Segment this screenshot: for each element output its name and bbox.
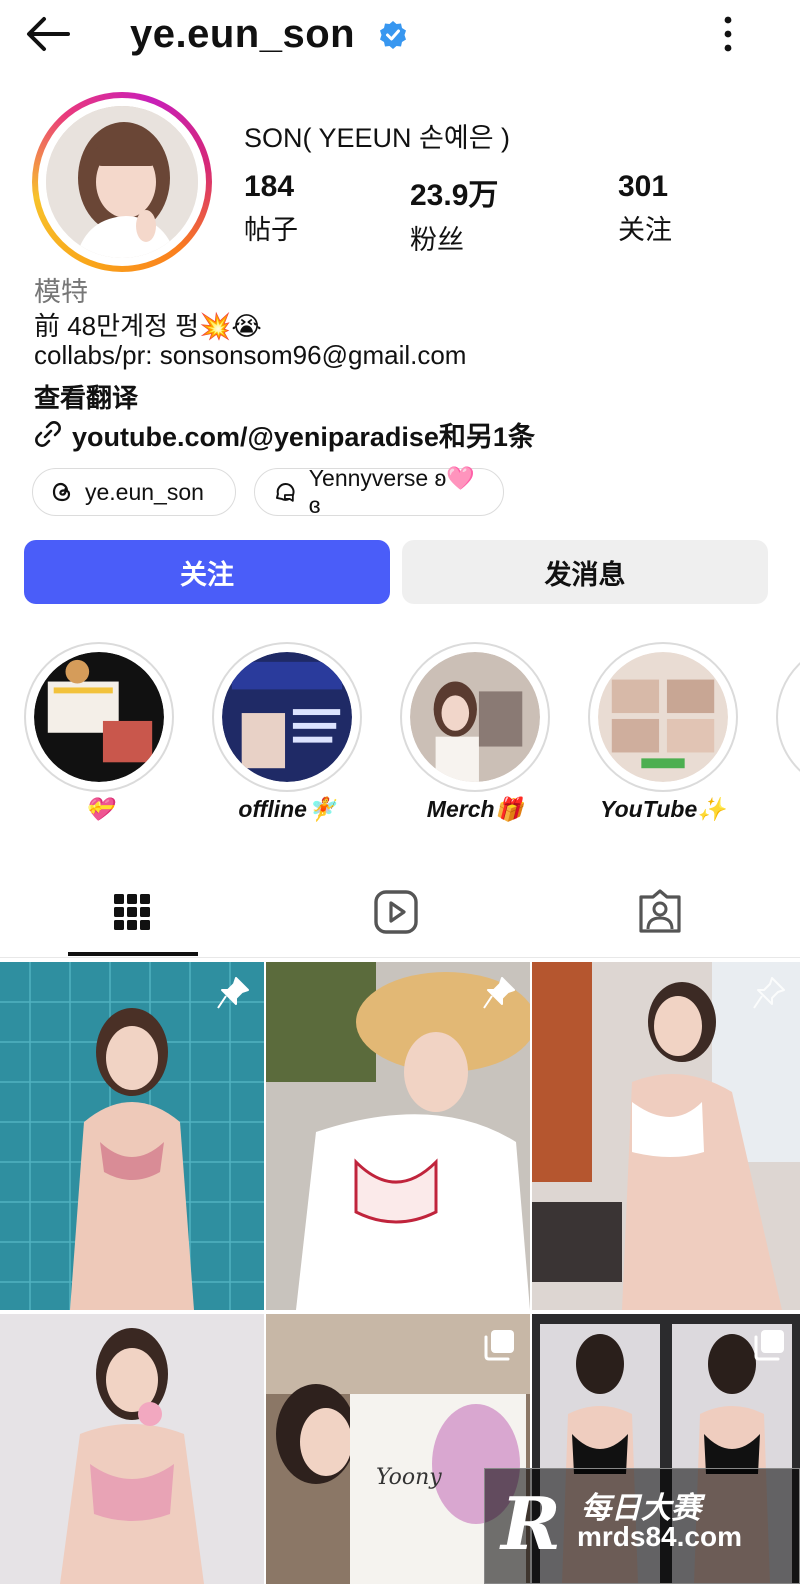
top-bar: ye.eun_son bbox=[0, 0, 800, 76]
watermark-url: mrds84.com bbox=[577, 1521, 742, 1552]
highlight-cover bbox=[34, 652, 164, 782]
highlight-cover bbox=[410, 652, 540, 782]
stat-followers-count: 23.9万 bbox=[410, 179, 499, 212]
active-tab-indicator bbox=[68, 952, 198, 956]
stat-following[interactable]: 301 关注 bbox=[618, 170, 672, 247]
highlight-item-partial[interactable] bbox=[776, 642, 800, 792]
tab-tagged[interactable] bbox=[630, 882, 690, 942]
highlight-item[interactable]: offline🧚 bbox=[212, 642, 362, 822]
pin-icon bbox=[217, 977, 249, 1009]
stat-following-count: 301 bbox=[618, 170, 669, 203]
bio-line: 前 48만계정 펑💥😭 bbox=[34, 311, 262, 341]
highlight-label: offline🧚 bbox=[238, 796, 336, 822]
avatar[interactable] bbox=[46, 106, 198, 258]
link-icon bbox=[35, 421, 61, 447]
arrow-left-icon[interactable] bbox=[24, 14, 74, 54]
svg-text:Yoony: Yoony bbox=[376, 1465, 442, 1490]
post-thumbnail[interactable] bbox=[532, 962, 800, 1310]
message-button[interactable]: 发消息 bbox=[402, 540, 768, 604]
highlight-label: Merch🎁 bbox=[426, 796, 524, 822]
stat-posts-label: 帖子 bbox=[244, 215, 298, 245]
reels-icon bbox=[374, 890, 418, 934]
more-vertical-icon[interactable] bbox=[716, 14, 740, 58]
highlight-item[interactable]: Merch🎁 bbox=[400, 642, 550, 822]
profile-link[interactable]: youtube.com/@yeniparadise和另1条 bbox=[32, 418, 535, 452]
display-name: SON( YEEUN 손예은 ) bbox=[244, 123, 511, 153]
profile-link-text[interactable]: youtube.com/@yeniparadise和另1条 bbox=[72, 415, 535, 454]
highlight-label: 💝 bbox=[84, 796, 114, 822]
bio-contact: collabs/pr: sonsonsom96@gmail.com bbox=[34, 340, 467, 370]
tab-reels[interactable] bbox=[366, 882, 426, 942]
highlight-cover bbox=[598, 652, 728, 782]
profile-tabs bbox=[0, 872, 800, 958]
highlight-cover bbox=[222, 652, 352, 782]
tab-posts[interactable] bbox=[102, 882, 162, 942]
highlight-label: YouTube✨ bbox=[600, 796, 726, 822]
tagged-icon bbox=[639, 889, 681, 933]
post-thumbnail[interactable] bbox=[266, 962, 530, 1310]
highlight-item[interactable]: 💝 bbox=[24, 642, 174, 822]
channel-chip[interactable]: Yennyverse ʚ🩷ɞ bbox=[254, 465, 504, 518]
profile-category: 模特 bbox=[34, 277, 88, 307]
stat-posts[interactable]: 184 帖子 bbox=[244, 170, 298, 247]
multi-post-icon bbox=[484, 1330, 514, 1361]
see-translation-link[interactable]: 查看翻译 bbox=[34, 378, 138, 415]
stat-posts-count: 184 bbox=[244, 170, 295, 203]
multi-post-icon bbox=[754, 1330, 784, 1361]
threads-chip[interactable]: ye.eun_son bbox=[32, 468, 236, 516]
post-thumbnail[interactable] bbox=[0, 1314, 264, 1584]
threads-icon bbox=[52, 482, 71, 502]
threads-chip-label: ye.eun_son bbox=[85, 478, 204, 505]
grid-icon bbox=[114, 894, 150, 930]
highlight-item[interactable]: YouTube✨ bbox=[588, 642, 738, 822]
page-title-username: ye.eun_son bbox=[130, 12, 356, 56]
watermark: R 每日大赛 mrds84.com bbox=[484, 1468, 800, 1584]
stat-followers[interactable]: 23.9万 粉丝 bbox=[410, 170, 498, 257]
stat-following-label: 关注 bbox=[618, 215, 672, 245]
channel-chip-label: Yennyverse ʚ🩷ɞ bbox=[308, 465, 475, 518]
post-thumbnail[interactable] bbox=[0, 962, 264, 1310]
pin-icon bbox=[753, 977, 785, 1009]
watermark-logo: R bbox=[501, 1481, 561, 1566]
story-ring[interactable] bbox=[32, 92, 212, 272]
stat-followers-label: 粉丝 bbox=[410, 225, 464, 255]
follow-button[interactable]: 关注 bbox=[24, 540, 390, 604]
chat-icon bbox=[275, 483, 295, 502]
pin-icon bbox=[483, 977, 515, 1009]
verified-badge-icon bbox=[380, 21, 406, 49]
